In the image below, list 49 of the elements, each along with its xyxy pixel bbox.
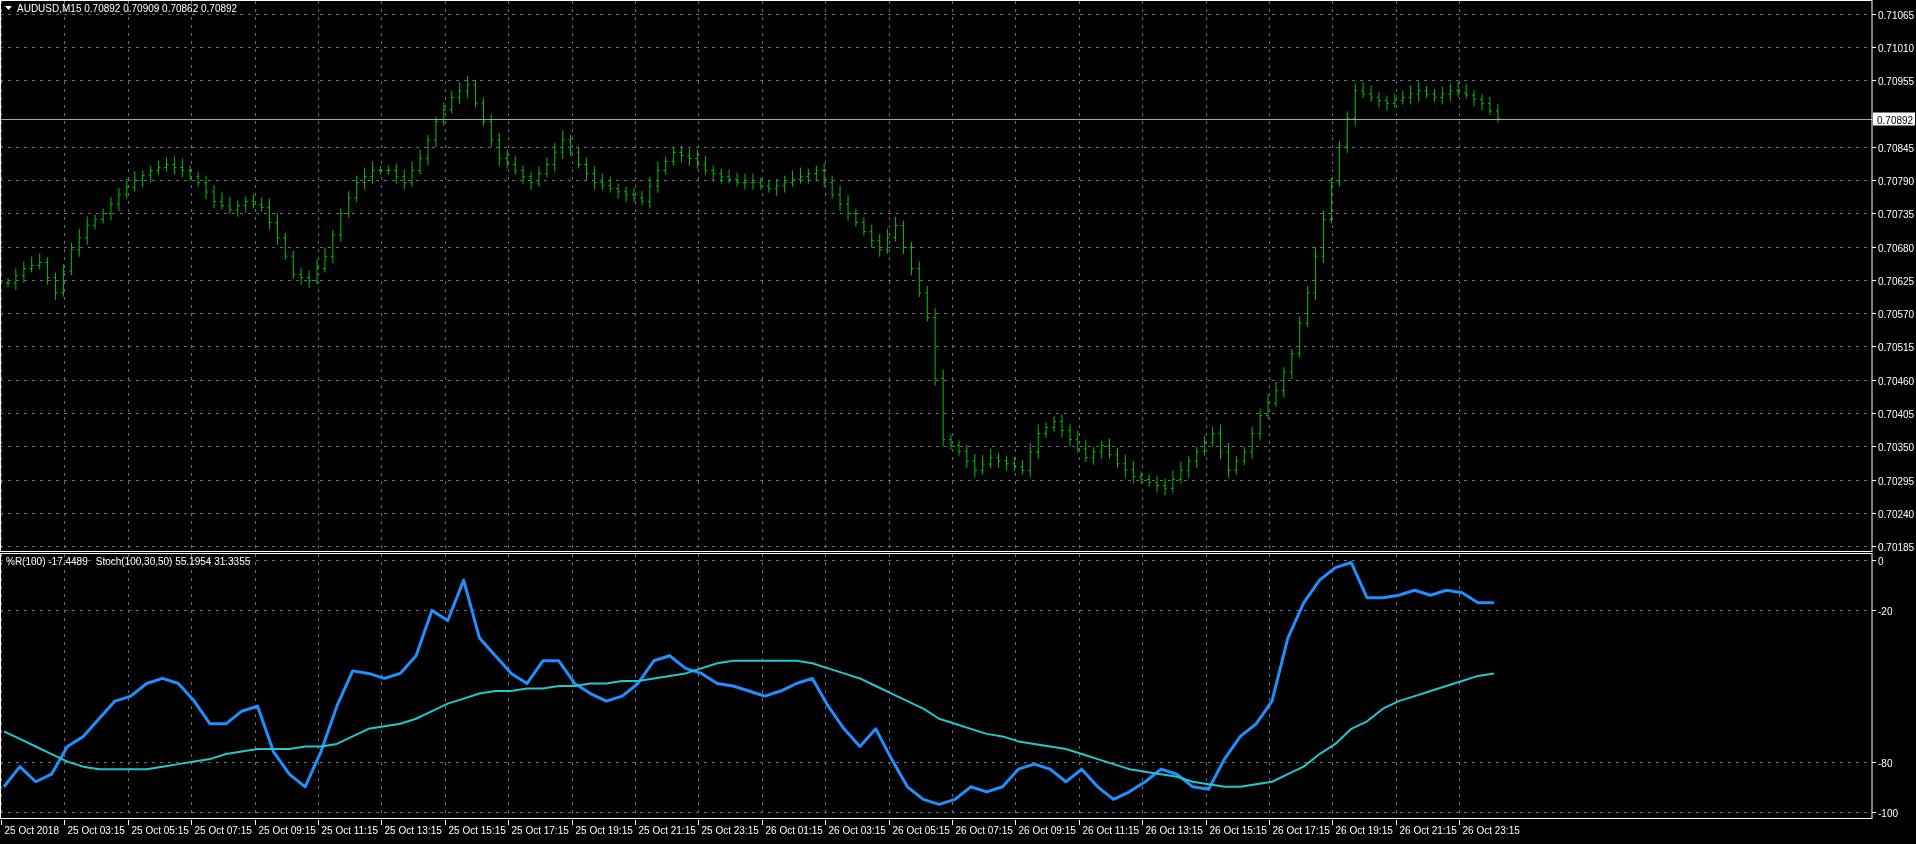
indicator-axis-label: -80 bbox=[1878, 757, 1893, 769]
price-axis-label: 0.70625 bbox=[1878, 275, 1915, 287]
time-axis-label: 26 Oct 11:15 bbox=[1082, 825, 1140, 836]
time-axis-label: 26 Oct 05:15 bbox=[892, 825, 950, 836]
time-axis-label: 25 Oct 13:15 bbox=[384, 825, 442, 836]
time-axis-label: 25 Oct 23:15 bbox=[701, 825, 759, 836]
price-axis-label: 0.70240 bbox=[1878, 508, 1915, 520]
time-axis-label: 25 Oct 11:15 bbox=[321, 825, 379, 836]
time-axis-label: 25 Oct 17:15 bbox=[511, 825, 569, 836]
time-axis-label: 26 Oct 23:15 bbox=[1462, 825, 1520, 836]
time-axis-label: 25 Oct 07:15 bbox=[194, 825, 252, 836]
indicator-axis-label: 0 bbox=[1878, 555, 1884, 567]
time-axis-label: 26 Oct 21:15 bbox=[1399, 825, 1457, 836]
time-axis-label: 25 Oct 19:15 bbox=[575, 825, 633, 836]
price-axis-label: 0.70460 bbox=[1878, 375, 1915, 387]
time-axis-label: 26 Oct 03:15 bbox=[828, 825, 886, 836]
time-axis-label: 25 Oct 21:15 bbox=[638, 825, 696, 836]
price-axis-label: 0.70350 bbox=[1878, 441, 1915, 453]
price-axis-label: 0.70735 bbox=[1878, 208, 1915, 220]
price-axis-label: 0.70185 bbox=[1878, 541, 1915, 552]
price-axis-label: 0.70515 bbox=[1878, 341, 1915, 353]
price-axis-label: 0.71065 bbox=[1878, 9, 1915, 21]
price-axis-label: 0.70955 bbox=[1878, 75, 1915, 87]
price-axis-label: 0.70845 bbox=[1878, 142, 1915, 154]
price-axis-label: 0.70790 bbox=[1878, 175, 1915, 187]
current-price-label: 0.70892 bbox=[1873, 112, 1915, 126]
indicator-legend: %R(100) -17.4489 bbox=[6, 556, 88, 567]
time-axis-label: 26 Oct 07:15 bbox=[955, 825, 1013, 836]
time-axis-label: 25 Oct 15:15 bbox=[448, 825, 506, 836]
time-axis-label: 26 Oct 15:15 bbox=[1209, 825, 1267, 836]
indicator-legend: Stoch(100,30,50) 55.1954 31.3355 bbox=[95, 556, 251, 567]
price-axis-label: 0.70570 bbox=[1878, 308, 1915, 320]
chart-title: AUDUSD,M15 0.70892 0.70909 0.70862 0.70892 bbox=[17, 3, 238, 14]
time-axis-label: 25 Oct 09:15 bbox=[258, 825, 316, 836]
time-axis-label: 26 Oct 13:15 bbox=[1145, 825, 1203, 836]
time-axis-label: 25 Oct 05:15 bbox=[131, 825, 189, 836]
time-axis-label: 26 Oct 09:15 bbox=[1018, 825, 1076, 836]
price-axis-label: 0.70405 bbox=[1878, 408, 1915, 420]
price-axis-label: 0.71010 bbox=[1878, 42, 1915, 54]
indicator-axis-label: -20 bbox=[1878, 605, 1893, 617]
dropdown-triangle-icon[interactable] bbox=[5, 6, 12, 10]
time-axis-label: 25 Oct 03:15 bbox=[67, 825, 125, 836]
price-axis-label: 0.70295 bbox=[1878, 475, 1915, 487]
time-axis-label: 25 Oct 2018 bbox=[4, 825, 59, 836]
price-axis-label: 0.70680 bbox=[1878, 242, 1915, 254]
time-axis-label: 26 Oct 19:15 bbox=[1335, 825, 1393, 836]
indicator-axis-label: -100 bbox=[1878, 807, 1898, 819]
time-axis-label: 26 Oct 17:15 bbox=[1272, 825, 1330, 836]
time-axis-label: 26 Oct 01:15 bbox=[765, 825, 823, 836]
